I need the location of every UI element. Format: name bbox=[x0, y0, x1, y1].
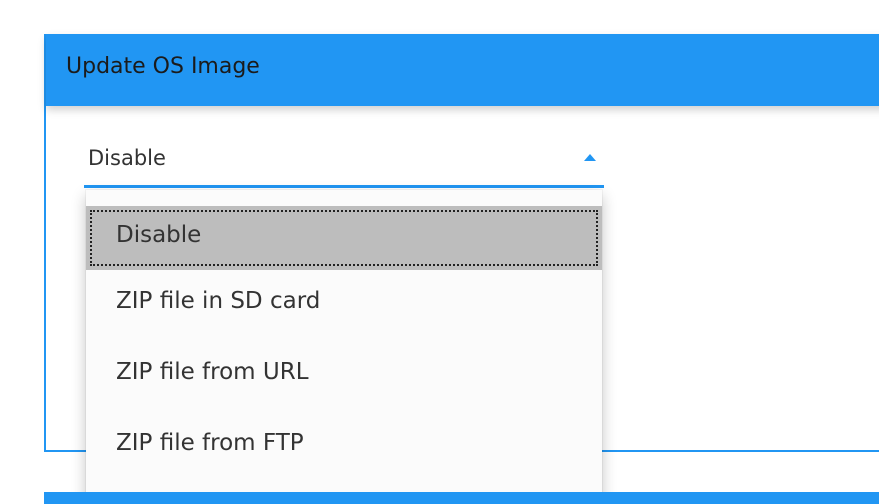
partial-top-section bbox=[110, 0, 230, 6]
panel-header: Update OS Image bbox=[46, 34, 879, 106]
option-zip-from-ftp[interactable]: ZIP file from FTP bbox=[86, 412, 602, 483]
dropdown-top-spacer bbox=[86, 190, 602, 206]
option-zip-from-url[interactable]: ZIP file from URL bbox=[86, 341, 602, 412]
option-disable[interactable]: Disable bbox=[86, 206, 602, 270]
next-panel-header bbox=[44, 492, 879, 504]
caret-up-icon[interactable] bbox=[584, 154, 596, 161]
page: Update OS Image Disable Disable ZIP file… bbox=[0, 0, 879, 504]
select-current-value: Disable bbox=[88, 146, 166, 170]
panel-title: Update OS Image bbox=[66, 54, 260, 79]
select-dropdown-menu: Disable ZIP file in SD card ZIP file fro… bbox=[86, 190, 602, 504]
option-zip-sd-card[interactable]: ZIP file in SD card bbox=[86, 270, 602, 341]
update-mode-select[interactable]: Disable bbox=[84, 138, 604, 188]
